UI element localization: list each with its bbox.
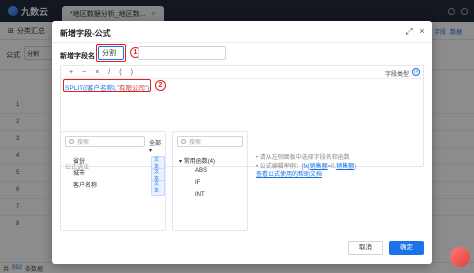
operator-divide[interactable]: / (108, 69, 110, 76)
function-item-int[interactable]: INT (195, 192, 205, 198)
fields-search-placeholder: 搜索 (77, 140, 90, 146)
search-icon (69, 139, 74, 144)
function-group-label: 常用函数(4) (183, 159, 216, 165)
field-name-label: 新增字段名 (60, 53, 95, 60)
close-icon[interactable]: × (417, 26, 427, 36)
hint-mid: =0, (327, 163, 337, 170)
chevron-down-icon: ▾ (149, 148, 153, 154)
functions-search-input[interactable]: 搜索 (177, 136, 243, 147)
caret-down-icon: ▾ (179, 159, 183, 165)
field-type-label: 字段类型 (384, 72, 409, 78)
dialog-header: 新增字段-公式 ⤢ × (52, 21, 432, 43)
operator-minus[interactable]: − (82, 69, 86, 76)
function-group[interactable]: ▾ 常用函数(4) (179, 156, 215, 165)
add-field-formula-dialog: 新增字段-公式 ⤢ × 新增字段名 1 + − × / ( ) 字段类型 ◷ S… (52, 21, 432, 264)
hint-prefix: • 公式编辑举例： (256, 163, 302, 170)
fields-panel: 搜索 全部 ▾ 省份 文本 城市 文本 客户名称 文本 (60, 131, 166, 231)
fields-search-input[interactable]: 搜索 (65, 136, 145, 147)
search-icon (181, 139, 186, 144)
dialog-footer: 取消 确定 (348, 241, 424, 255)
highlight-box-2 (63, 79, 151, 92)
help-doc-link[interactable]: 查看公式使用的帮助文档 (256, 171, 356, 180)
functions-search-placeholder: 搜索 (189, 140, 202, 146)
step-badge-2: 2 (155, 80, 166, 91)
operator-bar: + − × / ( ) (69, 69, 133, 76)
hint-line-2: • 公式编辑举例：|fx|销售额=0,销售额) (256, 163, 356, 172)
field-item-customer[interactable]: 客户名称 (73, 180, 97, 189)
field-item-province[interactable]: 省份 (73, 156, 85, 165)
field-item-city[interactable]: 城市 (73, 168, 85, 177)
hint-line-1: • 请从左侧面板中选择字段名和函数 (256, 155, 350, 161)
hint-field-b: 销售额 (336, 163, 355, 170)
dialog-title: 新增字段-公式 (60, 29, 111, 38)
function-item-abs[interactable]: ABS (195, 168, 207, 174)
clock-icon[interactable]: ◷ (412, 68, 420, 76)
field-name-extra (138, 46, 226, 60)
fields-filter-value: 全部 (149, 141, 162, 147)
help-hints: • 请从左侧面板中选择字段名和函数 • 公式编辑举例：|fx|销售额=0,销售额… (256, 154, 356, 180)
expand-icon[interactable]: ⤢ (404, 26, 414, 36)
operator-multiply[interactable]: × (95, 69, 99, 76)
function-item-if[interactable]: IF (195, 180, 200, 186)
hint-field-a: 销售额 (309, 163, 328, 170)
operator-lparen[interactable]: ( (119, 69, 121, 76)
fields-filter-dropdown[interactable]: 全部 ▾ (149, 138, 165, 154)
chat-assistant-icon[interactable] (450, 247, 470, 267)
field-type-tag: 文本 (151, 180, 165, 196)
hint-end: ) (354, 163, 357, 170)
operator-plus[interactable]: + (69, 69, 73, 76)
confirm-button[interactable]: 确定 (389, 241, 424, 255)
operator-rparen[interactable]: ) (131, 69, 133, 76)
highlight-box-1 (96, 44, 126, 62)
functions-panel: 搜索 ▾ 常用函数(4) ABS IF INT (172, 131, 248, 231)
hint-fx: |fx| (301, 163, 310, 170)
cancel-button[interactable]: 取消 (348, 241, 383, 255)
